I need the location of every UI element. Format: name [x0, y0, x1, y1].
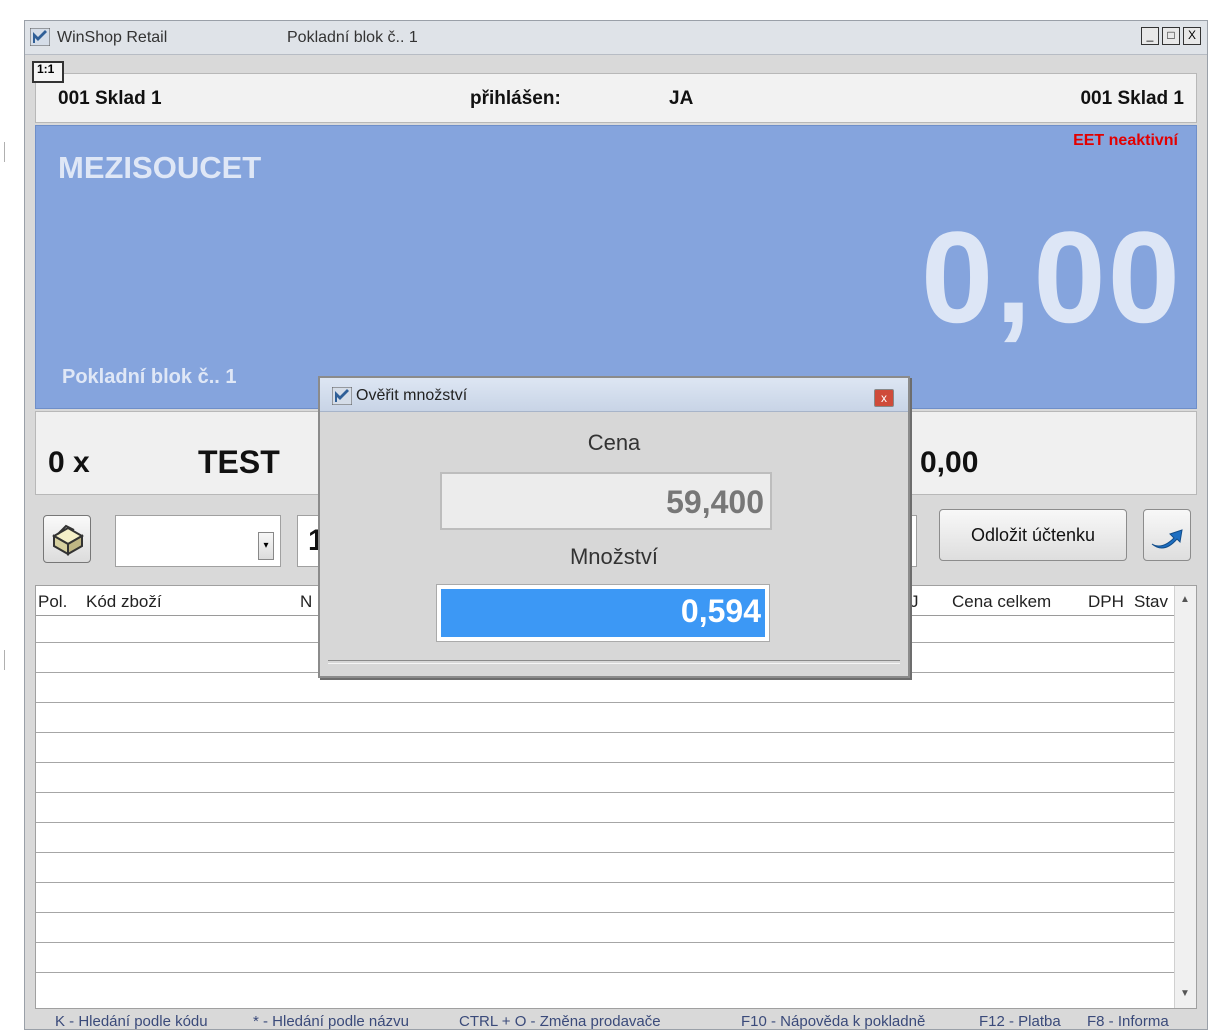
screen: WinShop Retail Pokladní blok č.. 1 _ □ X…: [0, 0, 1212, 1032]
col-unit[interactable]: J: [910, 592, 919, 612]
table-row: [36, 822, 1174, 823]
col-name[interactable]: N: [300, 592, 312, 612]
status-hint: CTRL + O - Změna prodavače: [459, 1013, 661, 1029]
document-title: Pokladní blok č.. 1: [287, 29, 418, 46]
table-row: [36, 942, 1174, 943]
window-title: WinShop Retail: [57, 29, 168, 46]
return-arrow-icon: [1151, 529, 1183, 549]
logged-in-label: přihlášen:: [470, 88, 561, 109]
return-button[interactable]: [1143, 509, 1191, 561]
col-status[interactable]: Stav: [1134, 592, 1168, 612]
table-row: [36, 912, 1174, 913]
user-name: JA: [669, 88, 694, 109]
title-bar: WinShop Retail Pokladní blok č.. 1 _ □ X: [25, 21, 1207, 55]
price-label: Cena: [587, 430, 641, 455]
subtotal-value: 0,00: [920, 204, 1182, 350]
table-row: [36, 792, 1174, 793]
close-button[interactable]: X: [1183, 27, 1201, 45]
subtotal-panel: EET neaktivní MEZISOUCET 0,00 Pokladní b…: [35, 125, 1197, 409]
col-code[interactable]: Kód zboží: [86, 592, 162, 612]
left-edge-line: [4, 650, 5, 670]
status-hint: F8 - Informa: [1087, 1013, 1169, 1029]
left-edge-line: [4, 142, 5, 162]
warehouse-left: 001 Sklad 1: [58, 88, 162, 109]
code-combo[interactable]: ▾: [115, 515, 281, 567]
minimize-button[interactable]: _: [1141, 27, 1159, 45]
dialog-divider: [328, 660, 900, 664]
item-name: TEST: [198, 444, 280, 480]
status-hint: K - Hledání podle kódu: [55, 1013, 208, 1029]
quantity-field[interactable]: 0,594: [436, 584, 770, 642]
scroll-up-icon[interactable]: ▲: [1180, 594, 1190, 605]
receipt-block-label: Pokladní blok č.. 1: [62, 366, 237, 388]
table-row: [36, 702, 1174, 703]
table-row: [36, 732, 1174, 733]
col-total-price[interactable]: Cena celkem: [952, 592, 1051, 612]
quantity-label: Množství: [569, 544, 659, 569]
warehouse-right: 001 Sklad 1: [1080, 88, 1184, 109]
table-row: [36, 852, 1174, 853]
subtotal-label: MEZISOUCET: [58, 150, 262, 185]
col-vat[interactable]: DPH: [1088, 592, 1124, 612]
cash-drawer-icon: [51, 524, 85, 556]
item-price: 0,00: [920, 446, 979, 479]
app-logo-icon: [30, 28, 50, 46]
table-row: [36, 762, 1174, 763]
table-row: [36, 972, 1174, 973]
dropdown-arrow-icon[interactable]: ▾: [258, 532, 274, 560]
verify-quantity-dialog: Ověřit množství x Cena 59,400 Množství 0…: [318, 376, 910, 678]
cash-drawer-button[interactable]: [43, 515, 91, 563]
price-field: 59,400: [440, 472, 772, 530]
eet-status: EET neaktivní: [1073, 132, 1178, 149]
dialog-title: Ověřit množství: [356, 387, 468, 404]
dialog-title-bar: Ověřit množství x: [320, 378, 908, 412]
scroll-down-icon[interactable]: ▼: [1180, 988, 1190, 999]
status-hint: F10 - Nápověda k pokladně: [741, 1013, 926, 1029]
status-hint: * - Hledání podle názvu: [253, 1013, 409, 1029]
quantity-field-value: 0,594: [441, 589, 765, 637]
close-icon[interactable]: x: [874, 389, 894, 407]
vertical-scrollbar[interactable]: ▲ ▼: [1174, 586, 1196, 1008]
zoom-ratio-badge[interactable]: 1:1: [32, 61, 64, 83]
status-hint: F12 - Platba: [979, 1013, 1061, 1029]
item-quantity: 0 x: [48, 446, 90, 479]
status-bar: K - Hledání podle kódu * - Hledání podle…: [35, 1013, 1197, 1029]
table-row: [36, 882, 1174, 883]
defer-receipt-button[interactable]: Odložit účtenku: [939, 509, 1127, 561]
app-logo-icon: [332, 387, 352, 405]
info-bar: 001 Sklad 1 přihlášen: JA 001 Sklad 1: [35, 73, 1197, 123]
maximize-button[interactable]: □: [1162, 27, 1180, 45]
col-pol[interactable]: Pol.: [38, 592, 67, 612]
